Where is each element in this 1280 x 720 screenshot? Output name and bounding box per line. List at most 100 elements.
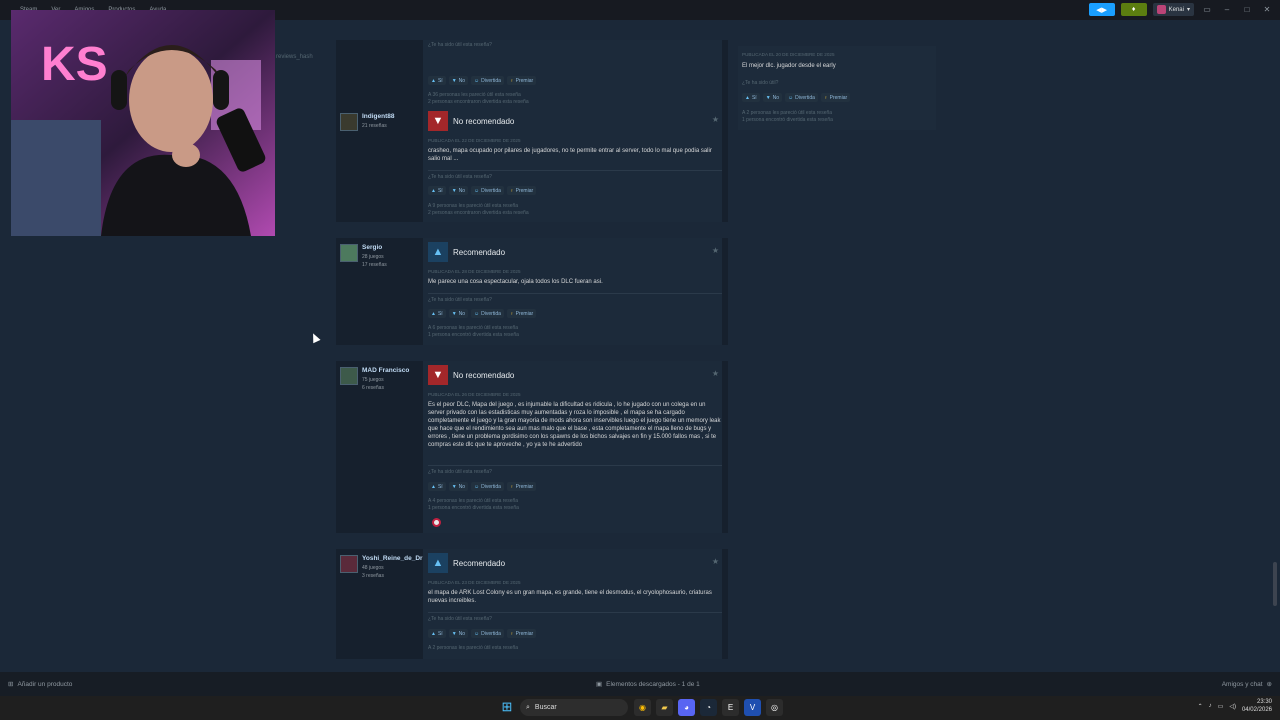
helpful-counts: A 2 personas les pareció útil esta reseñ… — [428, 645, 519, 651]
vote-funny-button[interactable]: ☺ Divertida — [471, 186, 504, 195]
vote-no-button[interactable]: ▼ No — [448, 76, 469, 85]
helpful-question: ¿Te ha sido útil esta reseña? — [428, 174, 492, 180]
vote-buttons: ▲ Sí ▼ No ☺ Divertida ♀ Premiar — [428, 186, 537, 195]
thumbs-up-icon: ▲ — [431, 630, 436, 637]
star-icon[interactable]: ★ — [712, 369, 719, 378]
author-stat[interactable]: 48 juegos — [362, 565, 384, 571]
helpful-counts: A 6 personas les pareció útil esta reseñ… — [428, 325, 519, 338]
author-stat[interactable]: 17 reseñas — [362, 262, 387, 268]
avatar[interactable] — [340, 555, 358, 573]
svg-text:KS: KS — [41, 38, 108, 91]
scrollbar-thumb[interactable] — [1273, 562, 1277, 606]
broadcast-icon[interactable]: ◀▶ — [1088, 3, 1115, 16]
avatar[interactable] — [340, 113, 358, 131]
award-button[interactable]: ♀ Premiar — [506, 629, 537, 638]
thumbs-up-icon: ▲ — [431, 187, 436, 194]
close-icon[interactable]: ✕ — [1260, 5, 1274, 14]
friends-chat-button[interactable]: Amigos y chat ⊕ — [1222, 680, 1272, 689]
author-name[interactable]: Yoshi_Reine_de_Dr — [362, 555, 428, 562]
vote-no-button[interactable]: ▼ No — [448, 186, 469, 195]
vote-funny-button[interactable]: ☺ Divertida — [471, 309, 504, 318]
smiley-icon: ☺ — [474, 483, 480, 490]
vote-yes-button[interactable]: ▲ Sí — [428, 76, 446, 85]
posted-date: Publicada el 28 de diciembre de 2025 — [428, 269, 521, 274]
award-button[interactable]: ♀ Premiar — [506, 76, 537, 85]
divider — [428, 293, 722, 294]
vote-funny-button[interactable]: ☺ Divertida — [785, 93, 818, 102]
smiley-icon: ☺ — [474, 187, 480, 194]
author-stat[interactable]: 75 juegos — [362, 377, 384, 383]
vote-yes-button[interactable]: ▲ Sí — [428, 186, 446, 195]
network-icon[interactable]: ▭ — [1218, 703, 1224, 710]
plus-icon: ⊞ — [8, 681, 14, 688]
vote-yes-button[interactable]: ▲ Sí — [428, 629, 446, 638]
steam-status-bar: ⊞ Añadir un producto ▣ Elementos descarg… — [0, 672, 1280, 696]
helpful-question: ¿Te ha sido útil esta reseña? — [428, 297, 492, 303]
helpful-counts: A 2 personas les pareció útil esta reseñ… — [742, 110, 833, 123]
volume-icon[interactable]: ◁) — [1229, 703, 1236, 710]
downloads-status[interactable]: ▣ Elementos descargados - 1 de 1 — [596, 680, 700, 689]
award-button[interactable]: ♀ Premiar — [506, 482, 537, 491]
author-stat[interactable]: 6 reseñas — [362, 385, 384, 391]
windows-start-icon[interactable]: ⊞ — [500, 700, 514, 714]
author-stat[interactable]: 28 juegos — [362, 254, 384, 260]
vote-no-button[interactable]: ▼ No — [762, 93, 783, 102]
star-icon[interactable]: ★ — [712, 246, 719, 255]
award-icon: ♀ — [823, 94, 828, 101]
star-icon[interactable]: ★ — [712, 115, 719, 124]
award-badge-icon[interactable] — [432, 518, 441, 527]
discord-icon[interactable]: ◕ — [678, 699, 695, 716]
award-button[interactable]: ♀ Premiar — [820, 93, 851, 102]
award-button[interactable]: ♀ Premiar — [506, 186, 537, 195]
add-product-button[interactable]: ⊞ Añadir un producto — [8, 680, 72, 689]
user-menu[interactable]: Kenai ▾ — [1152, 3, 1194, 16]
review-verdict: ▲ Recomendado — [428, 553, 505, 573]
review-card: Yoshi_Reine_de_Dr 48 juegos 3 reseñas ▲ … — [336, 549, 728, 659]
vote-yes-button[interactable]: ▲ Sí — [428, 309, 446, 318]
steam-icon[interactable]: ◔ — [700, 699, 717, 716]
maximize-icon[interactable]: □ — [1240, 5, 1254, 14]
vote-yes-button[interactable]: ▲ Sí — [742, 93, 760, 102]
chat-icon: ⊕ — [1266, 681, 1272, 688]
taskbar-search[interactable]: ⌕ Buscar — [520, 699, 628, 716]
vote-no-button[interactable]: ▼ No — [448, 309, 469, 318]
avatar — [1156, 5, 1166, 14]
thumbs-down-icon: ▼ — [428, 365, 448, 385]
obs-icon[interactable]: ◎ — [766, 699, 783, 716]
review-text: crasheo, mapa ocupado por pilares de jug… — [428, 148, 712, 162]
author-stat[interactable]: 21 reseñas — [362, 123, 387, 129]
author-name[interactable]: Indigent88 — [362, 113, 428, 120]
review-text: Es el peor DLC, Mapa del juego , es inju… — [428, 402, 721, 448]
vote-funny-button[interactable]: ☺ Divertida — [471, 629, 504, 638]
avatar[interactable] — [340, 367, 358, 385]
review-verdict: ▲ Recomendado — [428, 242, 505, 262]
avatar[interactable] — [340, 244, 358, 262]
big-picture-icon[interactable]: ▭ — [1200, 5, 1214, 14]
vote-no-button[interactable]: ▼ No — [448, 482, 469, 491]
divider — [428, 170, 722, 171]
v-app-icon[interactable]: V — [744, 699, 761, 716]
award-icon: ♀ — [509, 187, 514, 194]
star-icon[interactable]: ★ — [712, 557, 719, 566]
vote-yes-button[interactable]: ▲ Sí — [428, 482, 446, 491]
vote-funny-button[interactable]: ☺ Divertida — [471, 482, 504, 491]
helpful-counts: A 4 personas les pareció útil esta reseñ… — [428, 498, 519, 511]
thumbs-up-icon: ▲ — [428, 553, 448, 573]
thumbs-up-icon: ▲ — [428, 242, 448, 262]
epic-games-icon[interactable]: E — [722, 699, 739, 716]
folder-icon[interactable]: ▰ — [656, 699, 673, 716]
chrome-icon[interactable]: ◉ — [634, 699, 651, 716]
author-name[interactable]: Sergio — [362, 244, 428, 251]
taskbar-clock[interactable]: 23:30 04/02/2026 — [1242, 698, 1272, 714]
vote-no-button[interactable]: ▼ No — [448, 629, 469, 638]
microphone-icon[interactable]: ♪ — [1209, 703, 1212, 709]
posted-date: Publicada el 26 de diciembre de 2025 — [428, 392, 521, 397]
award-button[interactable]: ♀ Premiar — [506, 309, 537, 318]
notifications-icon[interactable]: ♦ — [1120, 3, 1147, 16]
chevron-up-icon[interactable]: ⌃ — [1198, 703, 1203, 710]
author-stat[interactable]: 3 reseñas — [362, 573, 384, 579]
smiley-icon: ☺ — [474, 630, 480, 637]
minimize-icon[interactable]: – — [1220, 5, 1234, 14]
vote-funny-button[interactable]: ☺ Divertida — [471, 76, 504, 85]
author-name[interactable]: MAD Francisco — [362, 367, 428, 374]
